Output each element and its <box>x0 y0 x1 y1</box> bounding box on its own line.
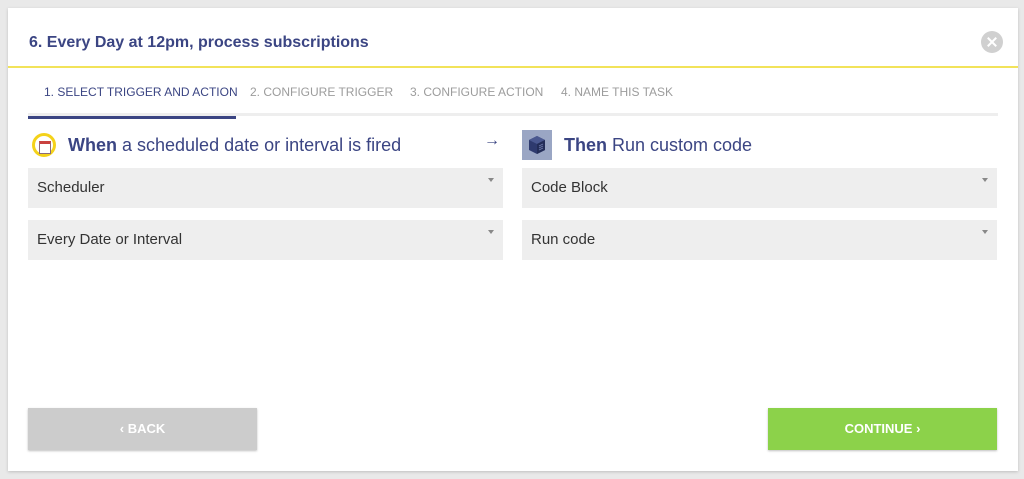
action-app-select[interactable]: Code Block <box>522 168 997 208</box>
chevron-down-icon <box>982 230 988 234</box>
trigger-event-value: Every Date or Interval <box>37 231 183 248</box>
tab-select-trigger-and-action[interactable]: 1. Select trigger and action <box>28 69 238 119</box>
action-app-value: Code Block <box>531 179 608 196</box>
back-button[interactable]: ‹ BACK <box>28 408 257 450</box>
step-tabs: 1. Select trigger and action 2. Configur… <box>28 69 998 119</box>
modal-header: 6. Every Day at 12pm, process subscripti… <box>8 8 1018 68</box>
close-icon[interactable] <box>981 31 1003 53</box>
trigger-app-value: Scheduler <box>37 179 105 196</box>
modal-title: 6. Every Day at 12pm, process subscripti… <box>29 34 369 51</box>
action-event-select[interactable]: Run code <box>522 220 997 260</box>
task-modal: 6. Every Day at 12pm, process subscripti… <box>8 8 1018 471</box>
tab-configure-trigger[interactable]: 2. Configure trigger <box>250 69 393 116</box>
chevron-down-icon <box>488 178 494 182</box>
tab-name-this-task[interactable]: 4. Name this task <box>561 69 673 116</box>
trigger-heading: When a scheduled date or interval is fir… <box>32 130 401 160</box>
action-heading: Then Run custom code <box>522 130 752 160</box>
calendar-icon <box>32 133 56 157</box>
tab-configure-action[interactable]: 3. Configure action <box>410 69 543 116</box>
action-heading-strong: Then <box>564 134 607 155</box>
trigger-app-select[interactable]: Scheduler <box>28 168 503 208</box>
continue-button[interactable]: CONTINUE › <box>768 408 997 450</box>
trigger-heading-text: a scheduled date or interval is fired <box>122 134 402 155</box>
action-heading-text: Run custom code <box>612 134 753 155</box>
chevron-down-icon <box>982 178 988 182</box>
trigger-heading-strong: When <box>68 134 117 155</box>
chevron-down-icon <box>488 230 494 234</box>
arrow-right-icon: → <box>484 132 500 149</box>
trigger-event-select[interactable]: Every Date or Interval <box>28 220 503 260</box>
action-event-value: Run code <box>531 231 596 248</box>
code-block-icon <box>522 130 552 160</box>
